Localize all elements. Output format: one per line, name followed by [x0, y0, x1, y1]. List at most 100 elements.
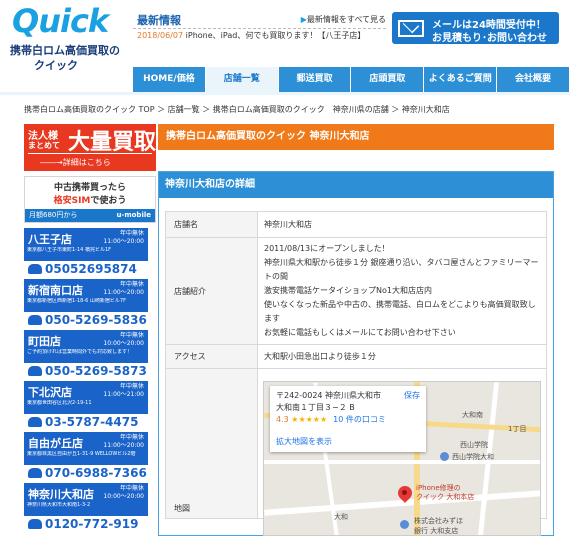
phone-icon — [28, 264, 42, 274]
logo-tagline: 携帯白ロム高価買取の — [10, 44, 120, 57]
phone-icon — [28, 519, 42, 529]
store-banner-hachioji[interactable]: 八王子店 年中無休 11:00～20:00 東京都八王子市東町1-14 橋完ビル1… — [24, 228, 148, 278]
bulk-matomete: まとめて — [28, 141, 60, 150]
news-see-all-label: 最新情報をすべて見る — [306, 15, 386, 24]
nav-company[interactable]: 会社概要 — [497, 67, 570, 92]
store-name: 町田店 — [28, 335, 61, 348]
store-banner-machida[interactable]: 町田店 年中無休 10:00～20:00 ご予約頂ければ営業時間外でも対応致します… — [24, 330, 148, 380]
nav-underline — [0, 92, 570, 95]
news-item[interactable]: 2018/06/07 iPhone、iPad、何でも買取ります！【八王子店】 — [137, 30, 385, 42]
logo-wordmark: Quick — [12, 2, 109, 40]
news-title: 最新情報 — [137, 14, 181, 27]
sim-highlight: 格安SIM — [53, 196, 91, 206]
nav-store-buyback[interactable]: 店頭買取 — [351, 67, 425, 92]
quick-logo[interactable]: Quick 携帯白ロム高価買取の クイック — [4, 2, 128, 72]
store-phone-number: 0120-772-919 — [45, 517, 139, 531]
sim-price: 月額680円から — [29, 211, 78, 219]
row-label-store: 店舗名 — [165, 211, 258, 238]
phone-icon — [28, 468, 42, 478]
store-banner-shimokitazawa[interactable]: 下北沢店 年中無休 11:00～21:00 東京都世田谷区北沢2-19-11 03… — [24, 381, 148, 431]
map-save-link[interactable]: 保存 — [404, 390, 420, 402]
row-label-intro: 店舗紹介 — [165, 237, 258, 345]
store-phone[interactable]: 050-5269-5873 — [24, 363, 148, 380]
store-phone-number: 050-5269-5836 — [45, 313, 147, 327]
nav-store-list[interactable]: 店舗一覧 — [205, 67, 279, 92]
store-phone[interactable]: 070-6988-7366 — [24, 465, 148, 482]
sim-brand: u-mobile — [116, 211, 151, 219]
store-address: 東京都八王子市東町1-14 橋完ビル1F — [27, 247, 111, 253]
store-name: 神奈川大和店 — [28, 488, 94, 501]
store-banner-jiyugaoka[interactable]: 自由が丘店 年中無休 11:00～20:00 東京都目黒区自由が丘1-31-9 W… — [24, 432, 148, 482]
nav-mail-buyback[interactable]: 郵送買取 — [278, 67, 352, 92]
breadcrumb[interactable]: 携帯白ロム高価買取のクイック TOP ＞ 店舗一覧 ＞ 携帯白ロム高価買取のクイ… — [24, 104, 450, 115]
map-label: 大和南 — [462, 411, 483, 419]
bulk-buyback-banner[interactable]: 法人様 まとめて 大量買取 ――→詳細はこちら — [24, 124, 156, 171]
store-phone[interactable]: 0120-772-919 — [24, 516, 148, 533]
map-place-card: 〒242-0024 神奈川県大和市 大和南１丁目３−２ B 保存 4.3 ★★★… — [270, 386, 426, 452]
store-name: 新宿南口店 — [28, 284, 83, 297]
mail-line2: お見積もり･お問い合わせ — [432, 33, 547, 44]
store-phone[interactable]: 05052695874 — [24, 261, 148, 278]
nav-home[interactable]: HOME/価格 — [133, 67, 206, 92]
intro-line: 神奈川県大和駅から徒歩１分 銀座通り沿い、タバコ屋さんとファミリーマートの間 — [264, 258, 539, 281]
store-address: ご予約頂ければ営業時間外でも対応致します！ — [27, 349, 133, 355]
store-phone-number: 03-5787-4475 — [45, 415, 139, 429]
sim-line1: 中古携帯買ったら — [53, 183, 126, 193]
store-phone[interactable]: 050-5269-5836 — [24, 312, 148, 329]
sim-rest: で使おう — [90, 196, 127, 206]
bulk-link-label: 詳細はこちら — [62, 158, 111, 167]
table-row: 店舗名 神奈川大和店 — [165, 211, 547, 238]
map-label: 西山学院大和 — [452, 453, 494, 461]
logo-brand: クイック — [34, 59, 78, 72]
news-date: 2018/06/07 — [137, 31, 184, 40]
map-label: 銀行 大和支店 — [414, 527, 459, 535]
bulk-divider — [28, 153, 152, 154]
store-address: 東京都目黒区自由が丘1-31-9 WELLOWビル2階 — [27, 451, 136, 457]
news-text: iPhone、iPad、何でも買取ります！【八王子店】 — [185, 31, 366, 40]
map-road — [264, 460, 540, 464]
store-phone-number: 050-5269-5873 — [45, 364, 147, 378]
row-value-store: 神奈川大和店 — [257, 211, 547, 238]
envelope-icon — [398, 20, 424, 37]
phone-icon — [28, 366, 42, 376]
google-map-embed[interactable]: 〒242-0024 神奈川県大和市 大和南１丁目３−２ B 保存 4.3 ★★★… — [263, 381, 541, 536]
store-hours: 年中無休 11:00～21:00 — [103, 383, 144, 398]
map-address-line1: 〒242-0024 神奈川県大和市 — [276, 391, 382, 400]
store-hours: 年中無休 11:00～20:00 — [103, 230, 144, 245]
store-phone-number: 070-6988-7366 — [45, 466, 147, 480]
intro-line: 激安携帯電話ケータイショップNo1大和店店内 — [264, 286, 432, 295]
store-hours: 年中無休 10:00～20:00 — [103, 332, 144, 347]
bulk-detail-link: ――→詳細はこちら — [40, 158, 111, 167]
store-phone[interactable]: 03-5787-4475 — [24, 414, 148, 431]
sim-banner[interactable]: 中古携帯買ったら 格安SIMで使おう 月額680円から u-mobile — [24, 176, 156, 223]
news-divider — [133, 28, 386, 29]
nav-faq[interactable]: よくあるご質問 — [424, 67, 498, 92]
news-see-all-link[interactable]: ▶最新情報をすべて見る — [301, 14, 386, 25]
map-poi-icon — [440, 452, 449, 461]
sim-footer: 月額680円から u-mobile — [25, 209, 155, 222]
store-hours: 年中無休 10:00～20:00 — [103, 485, 144, 500]
store-banner-shinjuku[interactable]: 新宿南口店 年中無休 11:00～20:00 東京都新宿区西新宿1-18-6 山崎… — [24, 279, 148, 329]
row-label-map: 地図 — [165, 368, 258, 519]
sim-line2: 格安SIMで使おう — [25, 193, 155, 206]
map-label: 西山学院 — [460, 441, 488, 449]
main-nav: HOME/価格 店舗一覧 郵送買取 店頭買取 よくあるご質問 会社概要 — [133, 67, 570, 92]
map-address-line2: 大和南１丁目３−２ B — [276, 403, 355, 412]
intro-line: 使いなくなった新品や中古の、携帯電話、白ロムをどこよりも高価買取致します — [264, 300, 536, 323]
map-reviews-link[interactable]: 10 件の口コミ — [333, 415, 386, 424]
phone-icon — [28, 315, 42, 325]
store-hours: 年中無休 11:00～20:00 — [103, 281, 144, 296]
intro-line: 2011/08/13にオープンしました！ — [264, 244, 390, 253]
news-panel: 最新情報 ▶最新情報をすべて見る 2018/06/07 iPhone、iPad、… — [133, 8, 386, 58]
table-row: 店舗紹介 2011/08/13にオープンしました！ 神奈川県大和駅から徒歩１分 … — [165, 237, 547, 345]
page-title: 携帯白ロム高価買取のクイック 神奈川大和店 — [158, 124, 554, 150]
store-banner-yamato[interactable]: 神奈川大和店 年中無休 10:00～20:00 神奈川県大和市大和南1-3-2 0… — [24, 483, 148, 533]
star-rating-icon: ★★★★★ — [291, 415, 328, 424]
map-larger-link[interactable]: 拡大地図を表示 — [276, 436, 332, 448]
map-rating: 4.3 — [276, 415, 289, 424]
bulk-headline: 大量買取 — [68, 130, 157, 155]
detail-heading: 神奈川大和店の詳細 — [159, 172, 553, 198]
store-name: 自由が丘店 — [28, 437, 83, 450]
mail-inquiry-button[interactable]: メールは24時間受付中！ お見積もり･お問い合わせ — [392, 12, 559, 44]
map-marker-dot — [402, 490, 407, 495]
